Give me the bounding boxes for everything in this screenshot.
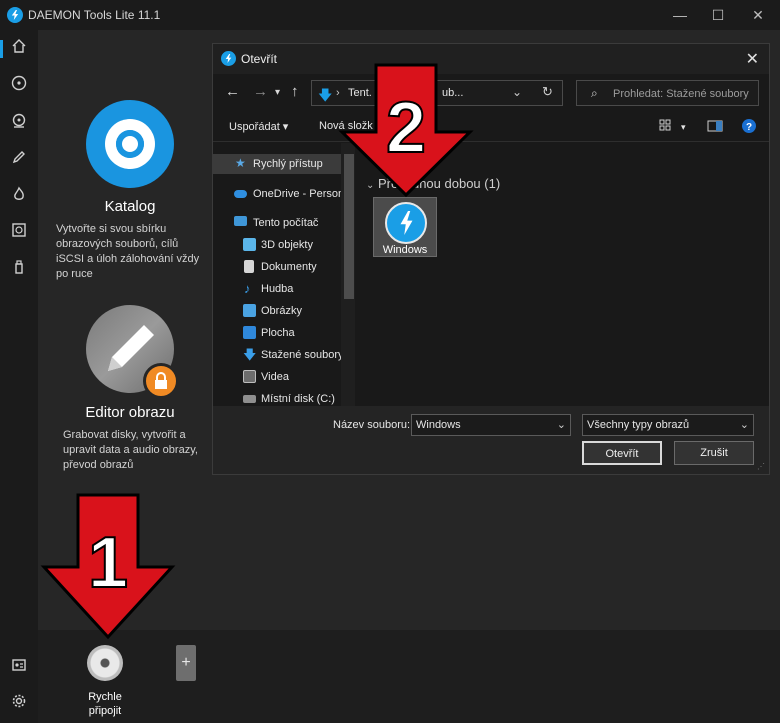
address-dropdown-icon[interactable]: ⌄ — [512, 85, 522, 99]
download-icon: 🡇 — [243, 347, 257, 362]
open-button[interactable]: Otevřít — [582, 441, 662, 465]
nav-item-this-pc[interactable]: Tento počítač — [213, 213, 341, 233]
nav-item-pictures[interactable]: Obrázky — [213, 301, 341, 321]
dialog-close-button[interactable]: ✕ — [746, 49, 759, 69]
nav-item-onedrive[interactable]: OneDrive - Person — [213, 184, 344, 204]
editor-title: Editor obrazu — [85, 404, 175, 421]
nav-item-music[interactable]: ♪ Hudba — [213, 279, 341, 299]
katalog-title: Katalog — [104, 198, 156, 215]
nav-item-desktop[interactable]: Plocha — [213, 323, 341, 343]
usb-icon[interactable] — [9, 259, 29, 279]
dialog-command-bar: Uspořádat ▾ Nová složk ▾ ? — [213, 112, 769, 142]
back-arrow-icon[interactable]: ← — [225, 83, 240, 100]
cloud-icon — [234, 190, 247, 198]
nav-item-local-disk[interactable]: Místní disk (C:) — [213, 389, 341, 406]
nav-item-quick-access[interactable]: ★ Rychlý přístup — [213, 154, 341, 174]
daemon-logo-icon — [7, 7, 23, 23]
downloads-folder-icon: 🡇 — [318, 87, 333, 103]
dialog-title-bar: Otevřít ✕ — [213, 44, 769, 74]
katalog-icon-center — [122, 136, 138, 152]
document-icon — [244, 260, 254, 273]
quick-mount-label[interactable]: Rychle připojit — [75, 690, 135, 718]
help-icon[interactable]: ? — [741, 118, 757, 134]
arrow-1-number: 1 — [88, 523, 128, 603]
filename-label: Název souboru: — [333, 419, 411, 431]
rail-active-indicator — [0, 40, 3, 58]
desktop-icon — [243, 326, 256, 339]
pencil-icon[interactable] — [9, 149, 29, 169]
search-box[interactable]: ⌕ Prohledat: Stažené soubory — [576, 80, 759, 106]
bottom-bar — [38, 630, 780, 723]
editor-description: Grabovat disky, vytvořit a upravit data … — [63, 429, 198, 471]
red-arrow-1: 1 — [40, 493, 176, 640]
filetype-dropdown-icon[interactable]: ⌄ — [740, 418, 749, 431]
preview-pane-icon[interactable] — [707, 118, 723, 134]
svg-text:?: ? — [746, 122, 752, 133]
nav-item-videos[interactable]: Videa — [213, 367, 341, 387]
add-drive-button[interactable]: + — [176, 645, 196, 681]
daemon-image-file-icon[interactable] — [385, 202, 427, 244]
nav-item-documents[interactable]: Dokumenty — [213, 257, 341, 277]
filename-value: Windows — [416, 419, 461, 431]
dialog-logo-icon — [221, 51, 236, 66]
view-chevron-icon[interactable]: ▾ — [681, 122, 686, 133]
nav-item-downloads[interactable]: 🡇 Stažené soubory — [213, 345, 344, 365]
star-icon: ★ — [235, 156, 246, 170]
close-button[interactable]: ✕ — [738, 0, 778, 30]
arrow-2-number: 2 — [386, 88, 426, 168]
flame-icon[interactable] — [9, 186, 29, 206]
navigation-pane: ★ Rychlý přístup OneDrive - Person Tento… — [213, 143, 355, 406]
search-icon: ⌕ — [591, 86, 598, 100]
lock-icon — [143, 363, 179, 399]
search-image-icon[interactable] — [9, 113, 29, 133]
dialog-footer: Název souboru: Windows ⌄ Všechny typy ob… — [213, 406, 769, 474]
disc-icon[interactable] — [9, 75, 29, 95]
view-options-icon[interactable] — [658, 118, 674, 134]
left-rail — [0, 30, 38, 723]
forward-arrow-icon[interactable]: → — [253, 83, 268, 100]
katalog-description: Vytvořte si svou sbírku obrazových soubo… — [56, 223, 200, 280]
nav-item-3d-objects[interactable]: 3D objekty — [213, 235, 341, 255]
filetype-select[interactable]: Všechny typy obrazů ⌄ — [582, 414, 754, 436]
file-item-name: Windows — [382, 244, 428, 256]
quick-mount-disc-icon[interactable] — [87, 645, 123, 681]
music-icon: ♪ — [244, 281, 251, 296]
video-icon — [243, 370, 256, 383]
refresh-icon[interactable]: ↻ — [542, 84, 553, 100]
app-title: DAEMON Tools Lite 11.1 — [28, 8, 161, 22]
cube-icon — [243, 238, 256, 251]
recent-chevron-icon[interactable]: ▾ — [275, 87, 280, 98]
red-arrow-2: 2 — [338, 63, 474, 198]
cancel-button[interactable]: Zrušit — [674, 441, 754, 465]
dialog-nav-row: ← → ▾ ↑ 🡇 › Tent. ub... ⌄ ↻ ⌕ Prohledat:… — [213, 74, 769, 112]
up-arrow-icon[interactable]: ↑ — [291, 83, 299, 100]
disk-icon — [243, 395, 256, 403]
filename-dropdown-icon[interactable]: ⌄ — [557, 418, 566, 431]
title-bar: DAEMON Tools Lite 11.1 — ☐ ✕ — [0, 0, 780, 30]
filename-input[interactable]: Windows ⌄ — [411, 414, 571, 436]
picture-icon — [243, 304, 256, 317]
open-file-dialog: Otevřít ✕ ← → ▾ ↑ 🡇 › Tent. ub... ⌄ ↻ ⌕ … — [212, 43, 770, 475]
search-placeholder: Prohledat: Stažené soubory — [613, 88, 749, 100]
id-card-icon[interactable] — [9, 657, 29, 677]
minimize-button[interactable]: — — [660, 0, 700, 30]
app-window: DAEMON Tools Lite 11.1 — ☐ ✕ Katalog Vyt… — [0, 0, 780, 723]
dialog-title: Otevřít — [241, 52, 278, 66]
resize-grip-icon[interactable]: ⋰ — [757, 462, 767, 472]
filetype-value: Všechny typy obrazů — [587, 419, 690, 431]
home-icon[interactable] — [9, 38, 29, 58]
computer-icon — [234, 216, 247, 226]
organize-button[interactable]: Uspořádat ▾ — [229, 120, 288, 133]
gear-icon[interactable] — [9, 693, 29, 713]
drive-icon[interactable] — [9, 222, 29, 242]
maximize-button[interactable]: ☐ — [698, 0, 738, 30]
